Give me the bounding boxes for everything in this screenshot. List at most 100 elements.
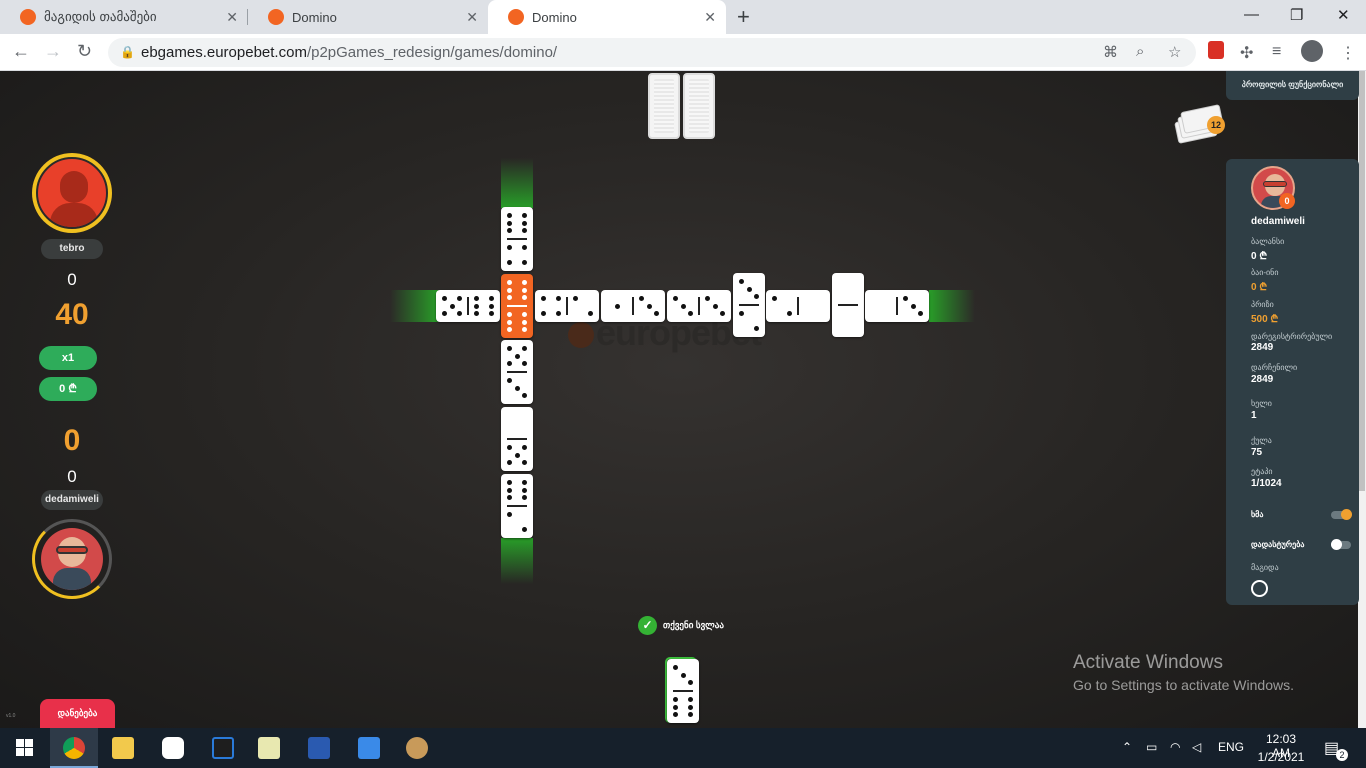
tab-board-games[interactable]: მაგიდის თამაშები ✕ [0, 0, 248, 34]
tab-domino-1[interactable]: Domino ✕ [248, 0, 488, 34]
turn-indicator: ✓ თქვენი სვლაა [638, 616, 724, 635]
domino-pip [514, 353, 520, 359]
wps-office-icon[interactable] [358, 737, 380, 759]
close-tab-icon[interactable]: ✕ [704, 9, 716, 26]
extensions-puzzle-icon[interactable]: ✣ [1240, 43, 1253, 63]
table-color-swatch-black[interactable] [1251, 580, 1268, 597]
player-round-score: 0 [67, 467, 77, 486]
domino-pip [687, 704, 693, 710]
restore-button[interactable]: ❐ [1290, 6, 1303, 24]
domino-pip [772, 296, 778, 302]
domino-pip [521, 259, 527, 265]
domino-pip [521, 279, 527, 285]
domino-pip [521, 228, 527, 234]
domino-tile [601, 290, 665, 322]
panel-username: dedamiweli [1251, 216, 1305, 227]
windows-start-icon[interactable] [14, 737, 36, 759]
open-end-top[interactable] [501, 158, 533, 208]
domino-pip [449, 303, 455, 309]
domino-pip [488, 295, 494, 301]
back-arrow-icon[interactable]: ← [12, 41, 30, 62]
player-character-icon [41, 528, 103, 590]
table-color-swatch-brown[interactable] [1301, 580, 1318, 597]
chrome-icon[interactable] [63, 737, 85, 759]
close-tab-icon[interactable]: ✕ [226, 9, 238, 26]
domino-pip [456, 296, 462, 302]
domino-pip [507, 487, 513, 493]
volume-icon[interactable]: ◁ [1192, 740, 1201, 754]
minimize-button[interactable]: — [1244, 6, 1259, 23]
zoom-icon[interactable]: ⌕ [1136, 43, 1144, 60]
clock-date[interactable]: 1/2/2021 [1256, 750, 1306, 764]
domino-pip [507, 220, 513, 226]
confirm-toggle[interactable] [1331, 539, 1351, 550]
domino-tile [501, 407, 533, 471]
domino-pip [456, 310, 462, 316]
open-end-bottom[interactable] [501, 538, 533, 584]
menu-kebab-icon[interactable]: ⋮ [1340, 43, 1356, 63]
domino-pip [507, 512, 513, 518]
domino-pip [507, 228, 513, 234]
opponent-name: tebro [41, 239, 103, 259]
language-indicator[interactable]: ENG [1218, 740, 1244, 754]
file-explorer-icon[interactable] [112, 737, 134, 759]
scrollbar-thumb[interactable] [1359, 71, 1365, 491]
domino-pip [474, 295, 480, 301]
domino-pip [541, 296, 547, 302]
opponent-points: 40 [55, 298, 89, 331]
domino-pip [507, 311, 513, 317]
bookmark-star-icon[interactable]: ☆ [1168, 43, 1181, 61]
domino-pip [474, 303, 480, 309]
domino-pip [910, 303, 916, 309]
tab-bar: მაგიდის თამაშები ✕ Domino ✕ Domino ✕ + —… [0, 0, 1366, 34]
extension-red-icon[interactable] [1208, 41, 1224, 59]
surrender-button[interactable]: დანებება [40, 699, 115, 728]
domino-pip [521, 220, 527, 226]
domino-tile [501, 474, 533, 538]
europebet-favicon [508, 9, 524, 25]
europebet-favicon [268, 9, 284, 25]
player-avatar [32, 519, 112, 599]
close-window-button[interactable]: ✕ [1337, 6, 1350, 24]
lock-icon[interactable]: 🔒 [120, 45, 135, 59]
player-name: dedamiweli [41, 490, 103, 510]
points-label: ქულა [1251, 436, 1272, 445]
domino-pip [507, 295, 513, 301]
tab-domino-active[interactable]: Domino ✕ [488, 0, 726, 34]
info-panel: 0 dedamiweli ბალანსი 0 ₾ ბაი-ინი 0 ₾ პრი… [1226, 159, 1359, 605]
tray-chevron-icon[interactable]: ⌃ [1122, 740, 1132, 754]
paint-icon[interactable] [406, 737, 428, 759]
domino-pip [507, 287, 513, 293]
domino-pip [521, 487, 527, 493]
domino-pip [474, 311, 480, 317]
balance-label: ბალანსი [1251, 237, 1285, 246]
media-queue-icon[interactable]: ≡ [1272, 43, 1281, 61]
table-color-swatch-red[interactable] [1276, 580, 1293, 597]
wifi-icon[interactable]: ◠ [1170, 740, 1180, 754]
domino-pip [521, 392, 527, 398]
stage-value: 1/1024 [1251, 478, 1282, 489]
domino-pip [687, 679, 693, 685]
address-bar[interactable]: 🔒 ebgames.europebet.com/p2pGames_redesig… [108, 38, 1196, 67]
sound-toggle[interactable] [1331, 509, 1352, 520]
battery-icon[interactable]: ▭ [1146, 740, 1157, 754]
new-tab-button[interactable]: + [737, 4, 750, 30]
open-end-right[interactable] [929, 290, 975, 322]
profile-avatar-icon[interactable] [1301, 40, 1323, 62]
calculator-grid-icon[interactable] [308, 737, 330, 759]
close-tab-icon[interactable]: ✕ [466, 9, 478, 26]
slack-icon[interactable] [162, 737, 184, 759]
domino-pip [507, 445, 513, 451]
open-end-left[interactable] [390, 290, 438, 322]
profile-features-button[interactable]: პროფილის ფუნქციონალი [1226, 71, 1359, 100]
translate-icon[interactable]: ⌘ [1103, 43, 1118, 61]
activate-windows-title: Activate Windows [1073, 652, 1223, 673]
buyin-value: 0 ₾ [1251, 282, 1268, 293]
reload-icon[interactable]: ↻ [77, 41, 92, 62]
domino-pip [507, 346, 513, 352]
intellij-icon[interactable] [212, 737, 234, 759]
forward-arrow-icon[interactable]: → [44, 41, 62, 62]
notepad-icon[interactable] [258, 737, 280, 759]
opponent-round-score: 0 [67, 270, 77, 289]
url-text[interactable]: ebgames.europebet.com/p2pGames_redesign/… [141, 44, 557, 61]
